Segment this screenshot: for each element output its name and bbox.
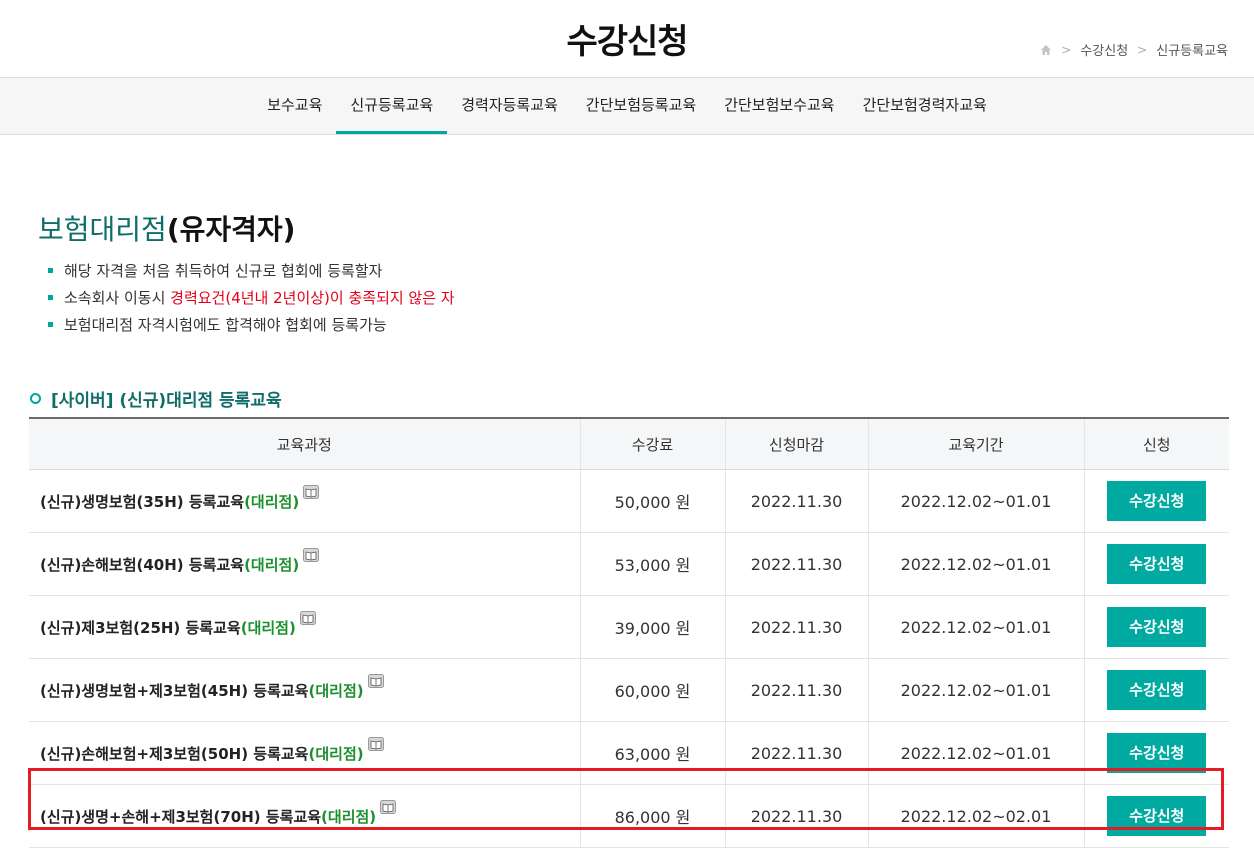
table-row: (신규)생명+손해+제3보험(70H) 등록교육(대리점) 86,000 원 2… bbox=[29, 784, 1229, 848]
course-cell: (신규)제3보험(25H) 등록교육(대리점) bbox=[29, 595, 581, 659]
breadcrumb: > 수강신청 > 신규등록교육 bbox=[1040, 40, 1228, 59]
apply-button[interactable]: 수강신청 bbox=[1107, 733, 1207, 773]
course-name[interactable]: (신규)생명+손해+제3보험(70H) 등록교육 bbox=[40, 808, 321, 826]
eligibility-item: 소속회사 이동시 경력요건(4년내 2년이상)이 충족되지 않은 자 bbox=[48, 287, 455, 314]
page-header: 수강신청 > 수강신청 > 신규등록교육 bbox=[0, 0, 1254, 78]
eligibility-text: 소속회사 이동시 bbox=[64, 289, 171, 307]
section-title-rest: (유자격자) bbox=[166, 213, 296, 246]
table-row: (신규)생명보험(35H) 등록교육(대리점) 50,000 원 2022.11… bbox=[29, 469, 1229, 533]
course-cell: (신규)생명보험(35H) 등록교육(대리점) bbox=[29, 469, 581, 533]
deadline-cell: 2022.11.30 bbox=[725, 595, 869, 659]
course-tag: (대리점) bbox=[308, 681, 364, 700]
course-cell: (신규)손해보험(40H) 등록교육(대리점) bbox=[29, 532, 581, 596]
course-name[interactable]: (신규)생명보험+제3보험(45H) 등록교육 bbox=[40, 682, 308, 700]
book-icon[interactable] bbox=[367, 673, 384, 688]
tab-new-registration[interactable]: 신규등록교육 bbox=[336, 78, 448, 134]
apply-cell: 수강신청 bbox=[1084, 532, 1229, 596]
apply-cell: 수강신청 bbox=[1084, 784, 1229, 848]
apply-button[interactable]: 수강신청 bbox=[1107, 481, 1207, 521]
course-tag: (대리점) bbox=[244, 492, 300, 511]
tab-simple-insurance-experienced[interactable]: 간단보험경력자교육 bbox=[849, 78, 1001, 134]
period-cell: 2022.12.02~01.01 bbox=[868, 595, 1085, 659]
course-cell: (신규)손해보험+제3보험(50H) 등록교육(대리점) bbox=[29, 721, 581, 785]
course-cell: (신규)생명보험+제3보험(45H) 등록교육(대리점) bbox=[29, 658, 581, 722]
course-tag: (대리점) bbox=[240, 618, 296, 637]
apply-cell: 수강신청 bbox=[1084, 595, 1229, 659]
course-group-heading: [사이버] (신규)대리점 등록교육 bbox=[30, 386, 282, 411]
course-name[interactable]: (신규)손해보험+제3보험(50H) 등록교육 bbox=[40, 745, 308, 763]
fee-cell: 86,000 원 bbox=[580, 784, 726, 848]
apply-button[interactable]: 수강신청 bbox=[1107, 670, 1207, 710]
period-cell: 2022.12.02~01.01 bbox=[868, 721, 1085, 785]
book-icon[interactable] bbox=[299, 610, 316, 625]
section-title-highlight: 보험대리점 bbox=[38, 213, 167, 246]
fee-cell: 60,000 원 bbox=[580, 658, 726, 722]
course-tag: (대리점) bbox=[308, 744, 364, 763]
header-course: 교육과정 bbox=[29, 417, 581, 470]
apply-button[interactable]: 수강신청 bbox=[1107, 607, 1207, 647]
breadcrumb-item-new-registration[interactable]: 신규등록교육 bbox=[1156, 40, 1228, 59]
period-cell: 2022.12.02~01.01 bbox=[868, 532, 1085, 596]
eligibility-item: 해당 자격을 처음 취득하여 신규로 협회에 등록할자 bbox=[48, 260, 455, 287]
book-icon[interactable] bbox=[303, 484, 320, 499]
table-header-row: 교육과정 수강료 신청마감 교육기간 신청 bbox=[29, 417, 1229, 470]
tab-simple-insurance-refresher[interactable]: 간단보험보수교육 bbox=[710, 78, 848, 134]
apply-cell: 수강신청 bbox=[1084, 658, 1229, 722]
eligibility-list: 해당 자격을 처음 취득하여 신규로 협회에 등록할자 소속회사 이동시 경력요… bbox=[48, 260, 455, 341]
eligibility-text: 해당 자격을 처음 취득하여 신규로 협회에 등록할자 bbox=[64, 262, 383, 280]
header-deadline: 신청마감 bbox=[725, 417, 869, 470]
chevron-right-icon: > bbox=[1137, 42, 1148, 57]
period-cell: 2022.12.02~01.01 bbox=[868, 469, 1085, 533]
book-icon[interactable] bbox=[380, 799, 397, 814]
fee-cell: 63,000 원 bbox=[580, 721, 726, 785]
period-cell: 2022.12.02~02.01 bbox=[868, 784, 1085, 848]
table-row: (신규)제3보험(25H) 등록교육(대리점) 39,000 원 2022.11… bbox=[29, 595, 1229, 659]
header-fee: 수강료 bbox=[580, 417, 726, 470]
deadline-cell: 2022.11.30 bbox=[725, 658, 869, 722]
fee-cell: 39,000 원 bbox=[580, 595, 726, 659]
course-tag: (대리점) bbox=[244, 555, 300, 574]
tab-bar: 보수교육 신규등록교육 경력자등록교육 간단보험등록교육 간단보험보수교육 간단… bbox=[0, 78, 1254, 135]
eligibility-warning-text: 경력요건(4년내 2년이상)이 충족되지 않은 자 bbox=[170, 289, 455, 307]
breadcrumb-item-apply[interactable]: 수강신청 bbox=[1080, 40, 1128, 59]
course-name[interactable]: (신규)생명보험(35H) 등록교육 bbox=[40, 493, 244, 511]
eligibility-text: 보험대리점 자격시험에도 합격해야 협회에 등록가능 bbox=[64, 316, 387, 334]
section-title: 보험대리점(유자격자) bbox=[38, 208, 295, 248]
course-name[interactable]: (신규)제3보험(25H) 등록교육 bbox=[40, 619, 241, 637]
course-cell: (신규)생명+손해+제3보험(70H) 등록교육(대리점) bbox=[29, 784, 581, 848]
table-row: (신규)손해보험+제3보험(50H) 등록교육(대리점) 63,000 원 20… bbox=[29, 721, 1229, 785]
chevron-right-icon: > bbox=[1061, 42, 1072, 57]
course-group-title: [사이버] (신규)대리점 등록교육 bbox=[51, 391, 282, 411]
deadline-cell: 2022.11.30 bbox=[725, 721, 869, 785]
course-table: 교육과정 수강료 신청마감 교육기간 신청 (신규)생명보험(35H) 등록교육… bbox=[29, 417, 1229, 848]
home-icon[interactable] bbox=[1040, 44, 1052, 56]
book-icon[interactable] bbox=[303, 547, 320, 562]
deadline-cell: 2022.11.30 bbox=[725, 469, 869, 533]
apply-button[interactable]: 수강신청 bbox=[1107, 796, 1207, 836]
tab-simple-insurance-registration[interactable]: 간단보험등록교육 bbox=[572, 78, 710, 134]
course-tag: (대리점) bbox=[321, 807, 377, 826]
fee-cell: 53,000 원 bbox=[580, 532, 726, 596]
table-row: (신규)생명보험+제3보험(45H) 등록교육(대리점) 60,000 원 20… bbox=[29, 658, 1229, 722]
deadline-cell: 2022.11.30 bbox=[725, 784, 869, 848]
book-icon[interactable] bbox=[367, 736, 384, 751]
course-name[interactable]: (신규)손해보험(40H) 등록교육 bbox=[40, 556, 244, 574]
deadline-cell: 2022.11.30 bbox=[725, 532, 869, 596]
table-row: (신규)손해보험(40H) 등록교육(대리점) 53,000 원 2022.11… bbox=[29, 532, 1229, 596]
apply-button[interactable]: 수강신청 bbox=[1107, 544, 1207, 584]
period-cell: 2022.12.02~01.01 bbox=[868, 658, 1085, 722]
tab-refresher-education[interactable]: 보수교육 bbox=[253, 78, 336, 134]
circle-bullet-icon bbox=[30, 393, 41, 404]
apply-cell: 수강신청 bbox=[1084, 469, 1229, 533]
tab-experienced-registration[interactable]: 경력자등록교육 bbox=[447, 78, 572, 134]
apply-cell: 수강신청 bbox=[1084, 721, 1229, 785]
fee-cell: 50,000 원 bbox=[580, 469, 726, 533]
header-apply: 신청 bbox=[1084, 417, 1229, 470]
header-period: 교육기간 bbox=[868, 417, 1085, 470]
eligibility-item: 보험대리점 자격시험에도 합격해야 협회에 등록가능 bbox=[48, 314, 455, 341]
